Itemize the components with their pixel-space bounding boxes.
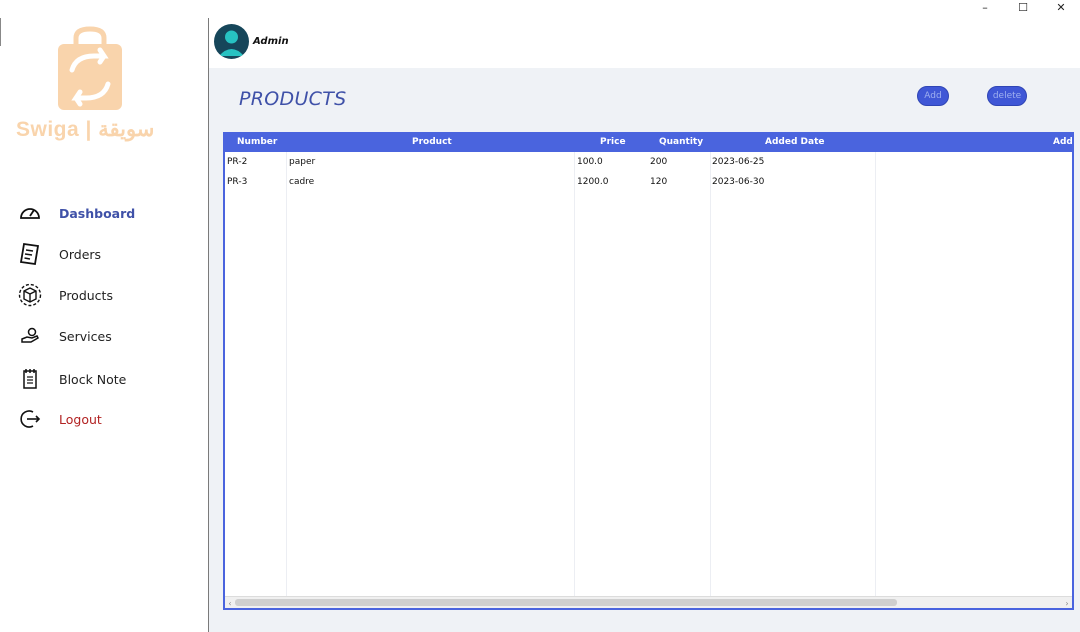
- sidebar-item-label: Logout: [59, 411, 102, 427]
- sidebar-item-services[interactable]: Services: [16, 321, 206, 351]
- sidebar-item-label: Products: [59, 287, 113, 303]
- maximize-button[interactable]: ☐: [1004, 0, 1042, 14]
- cell-number: PR-3: [227, 177, 248, 187]
- window-controls: – ☐ ✕: [966, 0, 1080, 14]
- column-divider: [574, 152, 575, 598]
- cell-price: 100.0: [577, 157, 603, 167]
- cell-added-date: 2023-06-25: [712, 157, 765, 167]
- logout-icon: [16, 405, 44, 433]
- brand-name: Swiga | سويقة: [16, 118, 155, 141]
- column-header-number[interactable]: Number: [237, 137, 277, 147]
- column-header-price[interactable]: Price: [600, 137, 626, 147]
- brand-logo: Swiga | سويقة: [14, 26, 174, 146]
- user-icon: [219, 30, 244, 56]
- scroll-right-arrow-icon[interactable]: ›: [1062, 597, 1072, 608]
- column-divider: [875, 152, 876, 598]
- cell-product: paper: [289, 157, 316, 167]
- column-header-quantity[interactable]: Quantity: [659, 137, 703, 147]
- delete-button[interactable]: delete: [987, 86, 1027, 106]
- page-title: PRODUCTS: [239, 88, 347, 110]
- notepad-icon: [16, 365, 44, 393]
- column-header-add[interactable]: Add: [1053, 137, 1072, 147]
- close-button[interactable]: ✕: [1042, 0, 1080, 14]
- main-content: PRODUCTS Add delete Number Product Price…: [209, 68, 1080, 632]
- cell-price: 1200.0: [577, 177, 609, 187]
- cell-added-date: 2023-06-30: [712, 177, 765, 187]
- cell-number: PR-2: [227, 157, 248, 167]
- sidebar-item-dashboard[interactable]: Dashboard: [16, 198, 206, 228]
- shopping-bag-icon: [58, 26, 122, 110]
- sidebar-item-products[interactable]: Products: [16, 280, 206, 310]
- column-header-added-date[interactable]: Added Date: [765, 137, 824, 147]
- column-divider: [710, 152, 711, 598]
- sidebar-item-logout[interactable]: Logout: [16, 404, 206, 434]
- box-icon: [16, 281, 44, 309]
- scroll-left-arrow-icon[interactable]: ‹: [225, 597, 235, 608]
- cell-quantity: 120: [650, 177, 668, 187]
- user-name: Admin: [253, 36, 289, 47]
- gauge-icon: [16, 199, 44, 227]
- cell-product: cadre: [289, 177, 315, 187]
- sidebar-item-block-note[interactable]: Block Note: [16, 364, 206, 394]
- window-edge: [0, 18, 1, 46]
- avatar[interactable]: [214, 24, 249, 59]
- add-button[interactable]: Add: [917, 86, 949, 106]
- horizontal-scrollbar[interactable]: ‹ ›: [225, 596, 1072, 608]
- hand-coin-icon: [16, 322, 44, 350]
- sidebar: Swiga | سويقة Dashboard Orders Products …: [0, 0, 208, 632]
- minimize-button[interactable]: –: [966, 0, 1004, 14]
- sidebar-item-orders[interactable]: Orders: [16, 239, 206, 269]
- table-header: Number Product Price Quantity Added Date…: [225, 134, 1072, 152]
- sidebar-item-label: Block Note: [59, 371, 127, 387]
- receipt-icon: [16, 240, 44, 268]
- topbar: Admin: [209, 18, 1080, 68]
- scrollbar-thumb[interactable]: [235, 599, 897, 606]
- products-table[interactable]: Number Product Price Quantity Added Date…: [223, 132, 1074, 610]
- sidebar-item-label: Dashboard: [59, 205, 136, 221]
- sidebar-item-label: Services: [59, 328, 112, 344]
- sidebar-item-label: Orders: [59, 246, 102, 262]
- column-divider: [286, 152, 287, 598]
- cell-quantity: 200: [650, 157, 668, 167]
- column-header-product[interactable]: Product: [412, 137, 452, 147]
